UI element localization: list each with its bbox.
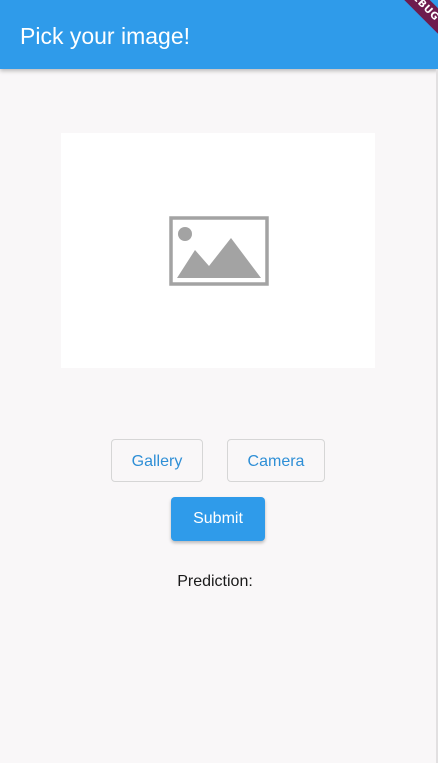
- submit-button[interactable]: Submit: [171, 497, 265, 541]
- debug-banner: DEBUG: [383, 0, 438, 44]
- page-title: Pick your image!: [20, 23, 191, 49]
- camera-button[interactable]: Camera: [227, 439, 325, 482]
- image-placeholder-icon: [169, 216, 269, 286]
- gallery-button[interactable]: Gallery: [111, 439, 203, 482]
- app-screen: Pick your image! DEBUG Gallery Camera Su…: [0, 0, 438, 763]
- prediction-label: Prediction:: [177, 573, 253, 590]
- app-bar: Pick your image! DEBUG: [0, 0, 438, 69]
- image-preview: [61, 133, 375, 368]
